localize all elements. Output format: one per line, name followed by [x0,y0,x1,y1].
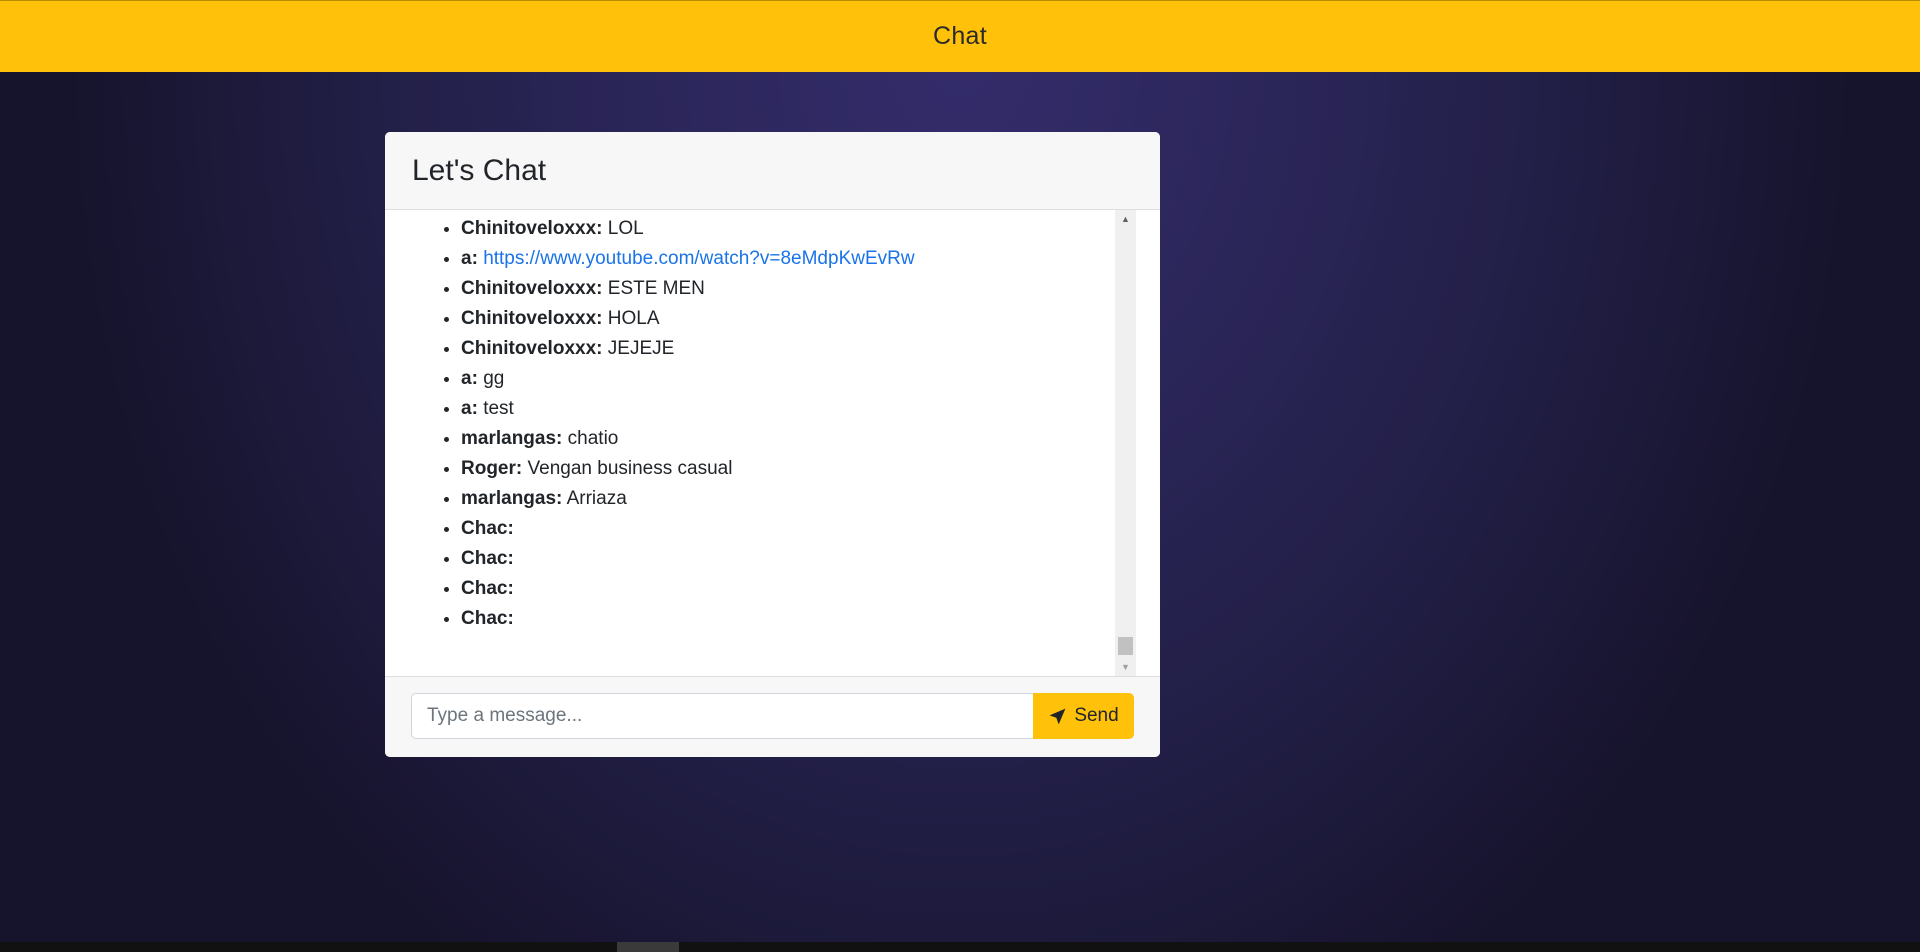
taskbar-item[interactable] [617,942,679,952]
messages-scrollbar[interactable]: ▲ ▼ [1115,210,1136,676]
message-item: marlangas: Arriaza [461,484,1115,514]
message-item: Chinitoveloxxx: LOL [461,214,1115,244]
message-username: Chac: [461,518,514,539]
scroll-down-arrow-icon[interactable]: ▼ [1115,658,1136,676]
message-item: marlangas: chatio [461,424,1115,454]
message-username: Chinitoveloxxx: [461,278,603,299]
message-text: ESTE MEN [607,278,705,299]
paper-plane-icon [1048,707,1067,726]
message-username: Roger: [461,458,523,479]
message-username: marlangas: [461,488,563,509]
message-link[interactable]: https://www.youtube.com/watch?v=8eMdpKwE… [483,248,914,269]
top-navbar: Chat [0,0,1920,72]
message-username: Chinitoveloxxx: [461,218,603,239]
os-taskbar [0,942,1920,952]
message-username: Chinitoveloxxx: [461,308,603,329]
message-text: test [483,398,514,419]
message-text: gg [483,368,505,389]
scrollbar-thumb[interactable] [1118,637,1133,655]
message-input[interactable] [411,693,1033,739]
message-item: Chac: [461,604,1115,634]
message-username: a: [461,248,478,269]
chat-title: Let's Chat [412,153,547,187]
chat-card-header: Let's Chat [385,132,1160,210]
message-text: Arriaza [566,488,627,509]
message-text: JEJEJE [607,338,675,359]
message-list: Chinitoveloxxx: LOLa: https://www.youtub… [385,210,1115,634]
message-item: Chinitoveloxxx: HOLA [461,304,1115,334]
message-item: Chac: [461,514,1115,544]
send-button-label: Send [1074,705,1119,726]
message-item: Chinitoveloxxx: ESTE MEN [461,274,1115,304]
message-item: Roger: Vengan business casual [461,454,1115,484]
message-item: Chac: [461,574,1115,604]
message-item: a: test [461,394,1115,424]
chat-card-footer: Send [385,676,1160,757]
message-username: Chac: [461,578,514,599]
message-text: LOL [607,218,644,239]
scroll-up-arrow-icon[interactable]: ▲ [1115,210,1136,228]
message-username: Chac: [461,608,514,629]
message-item: Chac: [461,544,1115,574]
message-username: Chac: [461,548,514,569]
send-button[interactable]: Send [1033,693,1134,739]
messages-panel[interactable]: Chinitoveloxxx: LOLa: https://www.youtub… [385,210,1160,676]
message-item: a: https://www.youtube.com/watch?v=8eMdp… [461,244,1115,274]
message-username: marlangas: [461,428,563,449]
message-username: a: [461,368,478,389]
message-item: a: gg [461,364,1115,394]
message-text: Vengan business casual [527,458,733,479]
message-text: HOLA [607,308,660,329]
message-item: Chinitoveloxxx: JEJEJE [461,334,1115,364]
navbar-title: Chat [932,22,987,50]
message-username: Chinitoveloxxx: [461,338,603,359]
chat-card: Let's Chat Chinitoveloxxx: LOLa: https:/… [385,132,1160,757]
message-username: a: [461,398,478,419]
message-text: chatio [567,428,619,449]
